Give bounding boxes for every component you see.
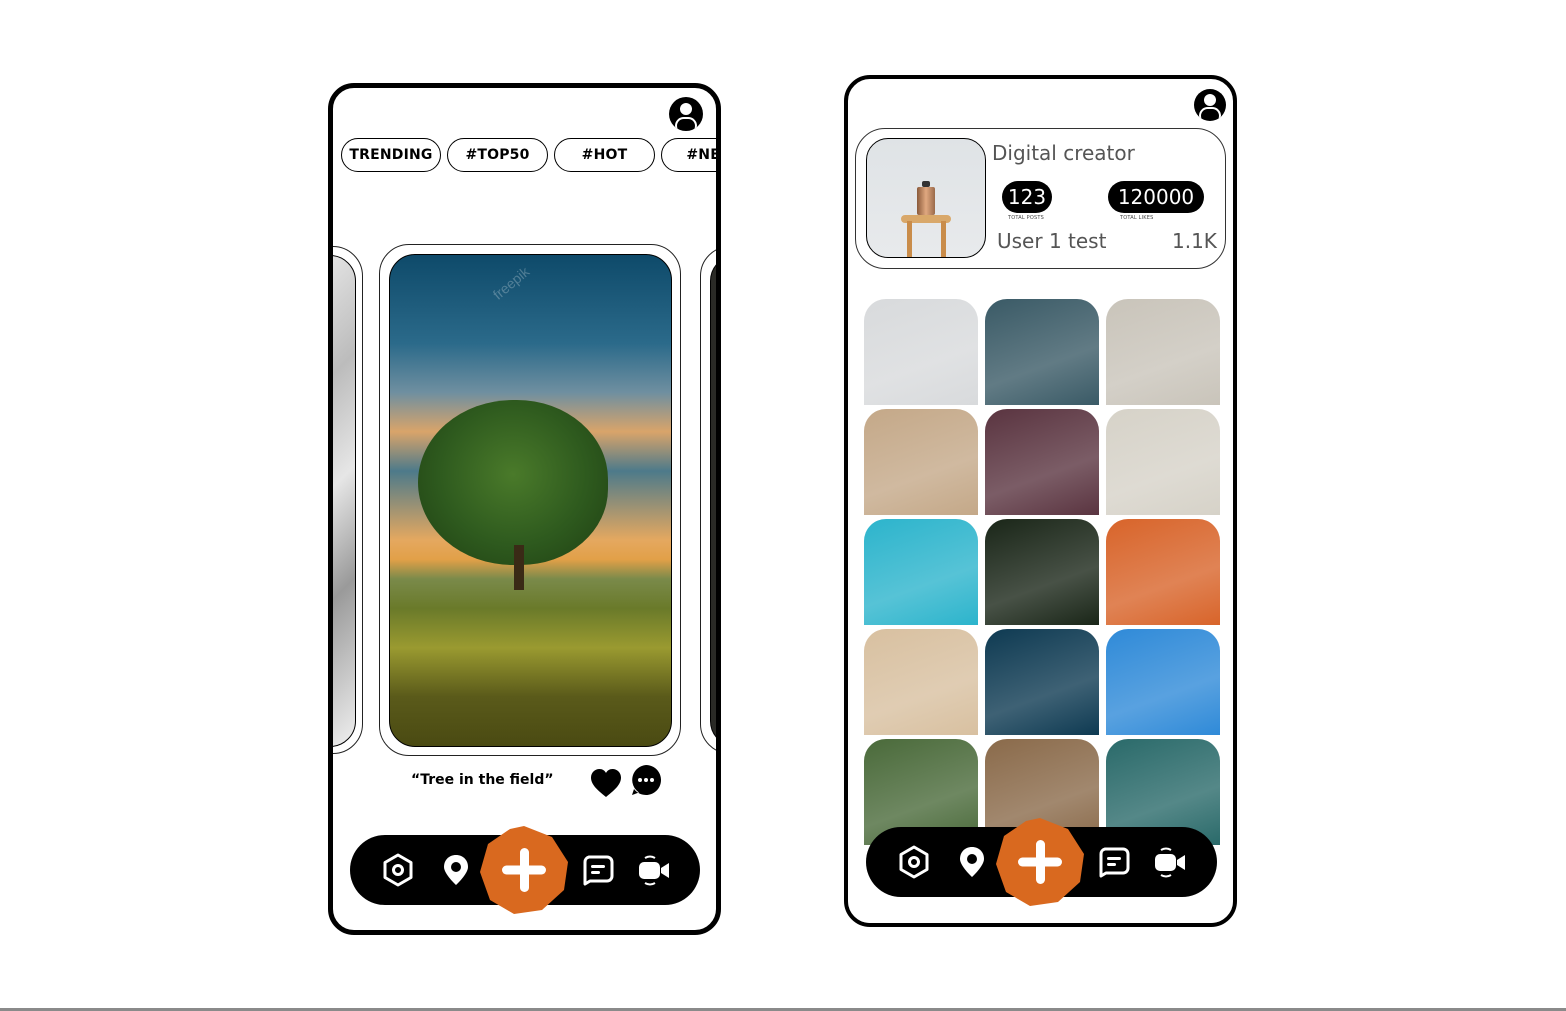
comment-button[interactable]	[630, 764, 662, 796]
create-post-button[interactable]	[996, 818, 1084, 906]
total-posts-badge: 123	[1002, 181, 1052, 213]
profile-photo[interactable]	[866, 138, 986, 258]
tag-new[interactable]: #NEW	[661, 138, 716, 172]
grid-tile-laptop-desk[interactable]	[1106, 299, 1220, 405]
profile-card: Digital creator 123 TOTAL POSTS 120000 T…	[855, 128, 1226, 269]
hexagon-settings-icon	[899, 845, 929, 879]
profile-role: Digital creator	[992, 141, 1135, 165]
hexagon-settings-icon	[383, 853, 413, 887]
grid-tile-table-chairs[interactable]	[1106, 409, 1220, 515]
grid-tile-blue-building[interactable]	[1106, 629, 1220, 735]
profile-username: User 1 test	[997, 229, 1107, 253]
grid-tile-food-cups[interactable]	[864, 409, 978, 515]
tag-filter-bar: TRENDING #TOP50 #HOT #NEW	[341, 138, 716, 172]
profile-screen: Digital creator 123 TOTAL POSTS 120000 T…	[844, 75, 1237, 927]
tag-trending[interactable]: TRENDING	[341, 138, 441, 172]
grid-tile-bridge-underside[interactable]	[985, 299, 1099, 405]
total-likes-badge: 120000	[1108, 181, 1204, 213]
profile-avatar-button[interactable]	[669, 97, 703, 131]
bottom-nav-bar	[866, 818, 1217, 906]
carousel-card-featured[interactable]: freepik	[379, 244, 681, 756]
user-circle-icon	[1204, 94, 1216, 106]
profile-avatar-button[interactable]	[1194, 89, 1226, 121]
heart-icon	[591, 769, 621, 797]
feed-screen: TRENDING #TOP50 #HOT #NEW freepik “Tree …	[328, 83, 721, 935]
total-posts-label: TOTAL POSTS	[1008, 215, 1045, 221]
plus-icon	[480, 826, 568, 914]
grid-tile-starry-sky[interactable]	[985, 629, 1099, 735]
nav-location[interactable]	[438, 852, 474, 888]
post-caption-row: “Tree in the field”	[333, 762, 716, 802]
video-camera-icon	[639, 855, 669, 886]
grid-tile-orange-fluid[interactable]	[1106, 519, 1220, 625]
carousel-card-next[interactable]	[700, 246, 716, 754]
grid-tile-neon-street[interactable]	[985, 409, 1099, 515]
post-image	[710, 255, 716, 747]
tag-top50[interactable]: #TOP50	[447, 138, 548, 172]
bottom-nav-bar	[350, 826, 700, 914]
followers-count: 1.1K	[1172, 229, 1217, 253]
grid-tile-white-waves[interactable]	[864, 299, 978, 405]
chat-bubble-icon	[632, 765, 661, 795]
nav-messages[interactable]	[580, 852, 616, 888]
carousel-card-previous[interactable]	[333, 246, 363, 754]
nav-video[interactable]	[636, 852, 672, 888]
video-camera-icon	[1155, 847, 1185, 878]
message-square-icon	[1099, 847, 1130, 878]
post-image	[333, 255, 356, 747]
nav-messages[interactable]	[1096, 844, 1132, 880]
plus-icon	[996, 818, 1084, 906]
grid-tile-forest-road[interactable]	[985, 519, 1099, 625]
create-post-button[interactable]	[480, 826, 568, 914]
like-button[interactable]	[590, 768, 622, 798]
nav-settings[interactable]	[380, 852, 416, 888]
nav-settings[interactable]	[896, 844, 932, 880]
grid-tile-coastline[interactable]	[864, 519, 978, 625]
nav-video[interactable]	[1152, 844, 1188, 880]
post-image-tree: freepik	[389, 254, 672, 747]
total-likes-label: TOTAL LIKES	[1120, 215, 1154, 221]
nav-location[interactable]	[954, 844, 990, 880]
post-caption: “Tree in the field”	[411, 772, 554, 788]
user-circle-icon	[680, 103, 692, 115]
grid-tile-sand-card[interactable]	[864, 629, 978, 735]
map-pin-icon	[444, 855, 468, 885]
tag-hot[interactable]: #HOT	[554, 138, 655, 172]
message-square-icon	[583, 855, 614, 886]
map-pin-icon	[960, 847, 984, 877]
watermark: freepik	[489, 263, 533, 303]
